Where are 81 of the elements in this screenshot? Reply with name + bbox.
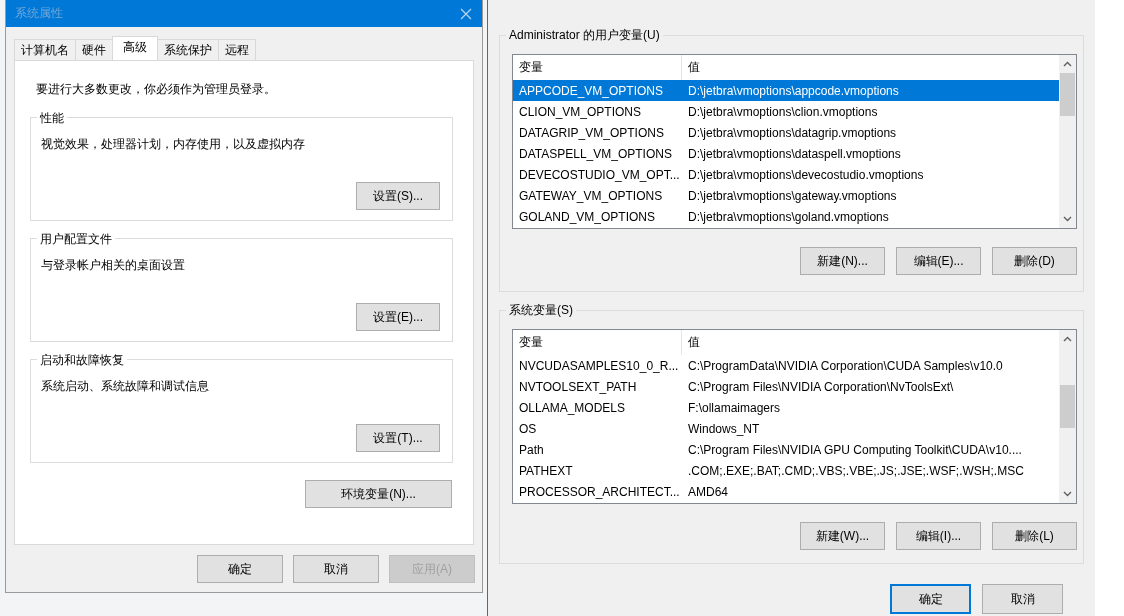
variable-value: D:\jetbra\vmoptions\goland.vmoptions [687, 209, 889, 224]
scroll-up-icon[interactable] [1063, 61, 1072, 67]
column-header[interactable]: 值 [682, 330, 700, 355]
variable-value: AMD64 [687, 484, 728, 499]
tab[interactable]: 高级 [112, 36, 158, 60]
dialog-button[interactable]: 取消 [293, 555, 379, 583]
list-row[interactable]: CLION_VM_OPTIONS D:\jetbra\vmoptions\clion.vmoptions [513, 101, 1059, 122]
variable-value: D:\jetbra\vmoptions\datagrip.vmoptions [687, 125, 897, 140]
window-title: 系统属性 [15, 5, 63, 22]
list-action-button[interactable]: 编辑(I)... [896, 522, 981, 550]
scrollbar-thumb[interactable] [1060, 385, 1075, 428]
variable-name: NVCUDASAMPLES10_0_R... [518, 358, 680, 373]
settings-button[interactable]: 设置(E)... [356, 303, 440, 331]
list-row[interactable]: PATHEXT .COM;.EXE;.BAT;.CMD;.VBS;.VBE;.JS;.JSE;.WSF;.WSH;.MSC [513, 460, 1059, 481]
list-row[interactable]: PROCESSOR_ARCHITECT... AMD64 [513, 481, 1059, 502]
variable-name: CLION_VM_OPTIONS [518, 104, 643, 119]
group-description: 与登录帐户相关的桌面设置 [41, 257, 186, 274]
variable-name: OLLAMA_MODELS [518, 400, 627, 415]
variable-name: DEVECOSTUDIO_VM_OPT... [518, 167, 681, 182]
scroll-down-icon[interactable] [1063, 491, 1072, 497]
tab[interactable]: 远程 [218, 39, 256, 60]
variable-name: NVTOOLSEXT_PATH [518, 379, 638, 394]
list-row[interactable]: Path C:\Program Files\NVIDIA GPU Computing Toolkit\CUDA\v10.... [513, 439, 1059, 460]
group-title: 启动和故障恢复 [37, 352, 127, 369]
variable-value: F:\ollamaimagers [687, 400, 781, 415]
list-row[interactable]: GOLAND_VM_OPTIONS D:\jetbra\vmoptions\goland.vmoptions [513, 206, 1059, 227]
variable-name: PATHEXT [518, 463, 574, 478]
variable-value: C:\Program Files\NVIDIA Corporation\NvToolsExt\ [687, 379, 954, 394]
list-row[interactable]: GATEWAY_VM_OPTIONS D:\jetbra\vmoptions\gateway.vmoptions [513, 185, 1059, 206]
variable-name: PROCESSOR_ARCHITECT... [518, 484, 681, 499]
scrollbar-thumb[interactable] [1060, 73, 1075, 116]
variable-name: DATAGRIP_VM_OPTIONS [518, 125, 665, 140]
list-row[interactable]: NVCUDASAMPLES10_0_R... C:\ProgramData\NVIDIA Corporation\CUDA Samples\v10.0 [513, 355, 1059, 376]
list-row[interactable]: OS Windows_NT [513, 418, 1059, 439]
variable-name: OS [518, 421, 538, 436]
group-title: 系统变量(S) [506, 302, 576, 319]
list-action-button[interactable]: 删除(L) [992, 522, 1077, 550]
variable-value: D:\jetbra\vmoptions\clion.vmoptions [687, 104, 878, 119]
notice-text: 要进行大多数更改，你必须作为管理员登录。 [36, 81, 277, 98]
group-description: 视觉效果，处理器计划，内存使用，以及虚拟内存 [41, 136, 306, 153]
list-action-button[interactable]: 新建(W)... [800, 522, 885, 550]
scroll-up-icon[interactable] [1063, 336, 1072, 342]
list-action-button[interactable]: 删除(D) [992, 247, 1077, 275]
variable-value: D:\jetbra\vmoptions\dataspell.vmoptions [687, 146, 901, 161]
group-title: 性能 [37, 110, 67, 127]
settings-button[interactable]: 设置(S)... [356, 182, 440, 210]
dialog-button[interactable]: 确定 [890, 584, 971, 614]
list-row[interactable]: OLLAMA_MODELS F:\ollamaimagers [513, 397, 1059, 418]
variable-value: Windows_NT [687, 421, 760, 436]
variable-name: APPCODE_VM_OPTIONS [518, 83, 665, 98]
list-action-button[interactable]: 编辑(E)... [896, 247, 981, 275]
list-row[interactable]: NVTOOLSEXT_PATH C:\Program Files\NVIDIA Corporation\NvToolsExt\ [513, 376, 1059, 397]
list-row[interactable]: DATAGRIP_VM_OPTIONS D:\jetbra\vmoptions\datagrip.vmoptions [513, 122, 1059, 143]
list-row[interactable]: DATASPELL_VM_OPTIONS D:\jetbra\vmoptions\dataspell.vmoptions [513, 143, 1059, 164]
variable-name: Path [518, 442, 545, 457]
variable-value: .COM;.EXE;.BAT;.CMD;.VBS;.VBE;.JS;.JSE;.WSF;.WSH;.MSC [687, 463, 1024, 478]
variable-name: DATASPELL_VM_OPTIONS [518, 146, 673, 161]
column-header[interactable]: 变量 [513, 330, 682, 355]
scrollbar[interactable] [1059, 55, 1076, 228]
column-header[interactable]: 值 [682, 55, 700, 80]
variable-value: C:\ProgramData\NVIDIA Corporation\CUDA Samples\v10.0 [687, 358, 1003, 373]
scrollbar[interactable] [1059, 330, 1076, 503]
tab[interactable]: 计算机名 [14, 39, 76, 60]
list-row[interactable]: APPCODE_VM_OPTIONS D:\jetbra\vmoptions\appcode.vmoptions [513, 80, 1059, 101]
dialog-button[interactable]: 取消 [982, 584, 1063, 614]
variable-name: GOLAND_VM_OPTIONS [518, 209, 657, 224]
variable-value: D:\jetbra\vmoptions\gateway.vmoptions [687, 188, 897, 203]
group-title: 用户配置文件 [37, 231, 115, 248]
variable-value: D:\jetbra\vmoptions\appcode.vmoptions [687, 83, 899, 98]
group-description: 系统启动、系统故障和调试信息 [41, 378, 210, 395]
dialog-button[interactable]: 确定 [197, 555, 283, 583]
list-action-button[interactable]: 新建(N)... [800, 247, 885, 275]
environment-variables-button[interactable]: 环境变量(N)... [305, 480, 452, 508]
variable-name: GATEWAY_VM_OPTIONS [518, 188, 664, 203]
list-row[interactable]: DEVECOSTUDIO_VM_OPT... D:\jetbra\vmoptions\devecostudio.vmoptions [513, 164, 1059, 185]
settings-button[interactable]: 设置(T)... [356, 424, 440, 452]
scroll-down-icon[interactable] [1063, 216, 1072, 222]
close-icon[interactable] [460, 7, 472, 20]
variable-value: D:\jetbra\vmoptions\devecostudio.vmoptions [687, 167, 924, 182]
group-title: Administrator 的用户变量(U) [506, 27, 663, 44]
variable-value: C:\Program Files\NVIDIA GPU Computing Toolkit\CUDA\v10.... [687, 442, 1022, 457]
